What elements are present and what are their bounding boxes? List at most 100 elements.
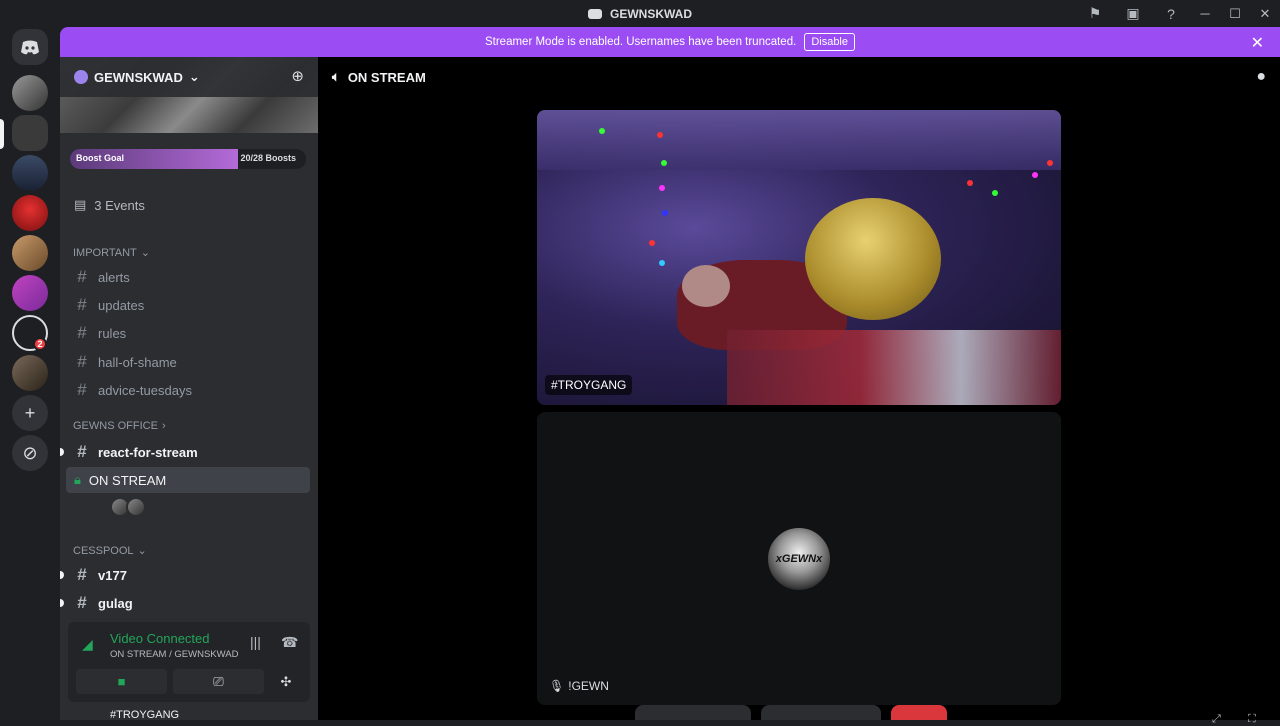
discord-logo-icon <box>21 40 39 54</box>
call-controls <box>635 705 947 720</box>
chevron-down-icon: ⌄ <box>137 545 147 557</box>
activities-button[interactable]: ✣ <box>270 669 302 694</box>
hashtag-icon: # <box>77 352 87 371</box>
server-icon-gewnskwad[interactable] <box>12 115 48 151</box>
channel-updates[interactable]: # updates <box>74 292 310 318</box>
mention-badge: 2 <box>33 337 47 351</box>
category-label: CESSPOOL <box>73 544 134 557</box>
channel-rules[interactable]: # rules <box>74 320 310 346</box>
boost-goal-bar[interactable]: Boost Goal 20/28 Boosts <box>70 149 306 169</box>
flag-icon[interactable]: ⚑ <box>1076 0 1114 27</box>
help-icon[interactable]: ? <box>1152 0 1190 27</box>
category-important[interactable]: IMPORTANT ⌄ <box>73 246 150 260</box>
server-icon-car[interactable] <box>12 75 48 111</box>
channel-label: react-for-stream <box>98 444 198 460</box>
stream-balloon <box>805 198 941 320</box>
camera-icon: ■ <box>117 674 126 689</box>
add-server-icon[interactable]: + <box>12 395 48 431</box>
speaker-icon: 🔈︎ <box>332 69 340 84</box>
stream-label: #TROYGANG <box>545 375 633 395</box>
chevron-down-icon: ⌄ <box>140 247 150 259</box>
category-label: IMPORTANT <box>73 246 137 259</box>
window-title: GEWNSKWAD <box>588 7 692 21</box>
hashtag-icon: # <box>77 295 87 314</box>
events-label: 3 Events <box>94 197 145 213</box>
voice-location[interactable]: ON STREAM / GEWNSKWAD <box>110 649 238 660</box>
leave-call-button[interactable] <box>891 705 947 720</box>
server-list: 2 + ⊘ <box>0 27 60 720</box>
server-logo-icon <box>588 8 602 19</box>
calendar-icon: ▤ <box>74 197 87 212</box>
channel-gulag[interactable]: # gulag <box>74 590 310 616</box>
inbox-icon[interactable]: ▣ <box>1114 0 1152 27</box>
home-button[interactable] <box>12 29 48 65</box>
hashtag-icon: # <box>77 593 87 612</box>
hashtag-icon: # <box>77 323 87 342</box>
channel-label: hall-of-shame <box>98 354 177 370</box>
server-icon-mushroom[interactable] <box>12 195 48 231</box>
channel-alerts[interactable]: # alerts <box>74 264 310 290</box>
channel-label: alerts <box>98 269 130 285</box>
signal-icon[interactable]: ◢ <box>82 636 93 653</box>
chevron-down-icon: ⌄ <box>188 69 200 84</box>
stream-bed <box>727 330 1061 405</box>
channel-v177[interactable]: # v177 <box>74 562 310 588</box>
events-link[interactable]: ▤ 3 Events <box>74 197 145 213</box>
server-name-dropdown[interactable]: GEWNSKWAD ⌄ <box>74 69 200 85</box>
user-panel[interactable]: #TROYGANG <box>60 709 318 720</box>
boost-count: 20/28 Boosts <box>240 153 296 163</box>
chevron-right-icon: › <box>161 420 166 432</box>
boost-goal-label: Boost Goal <box>76 153 125 163</box>
close-window-button[interactable]: ✕ <box>1250 0 1280 27</box>
hashtag-icon: # <box>77 267 87 286</box>
camera-button[interactable]: ■ <box>76 669 167 694</box>
voice-status[interactable]: Video Connected <box>110 631 210 646</box>
hashtag-icon: # <box>77 565 87 584</box>
activities-icon: ✣ <box>280 673 292 689</box>
video-control[interactable] <box>761 705 881 720</box>
stream-video-tile[interactable]: #TROYGANG <box>537 110 1061 405</box>
hashtag-icon: # <box>77 380 87 399</box>
server-name: GEWNSKWAD <box>94 69 183 85</box>
channel-label: updates <box>98 297 145 313</box>
server-icon-cat[interactable] <box>12 235 48 271</box>
hashtag-icon: # <box>77 442 87 461</box>
server-icon-andii[interactable] <box>12 275 48 311</box>
server-icon-blue[interactable] <box>12 155 48 191</box>
server-icon-truck[interactable] <box>12 355 48 391</box>
avatar: xGEWNx <box>766 526 832 592</box>
explore-servers-icon[interactable]: ⊘ <box>12 435 48 471</box>
mic-control[interactable] <box>635 705 751 720</box>
username: #TROYGANG <box>110 709 180 720</box>
unread-indicator <box>60 448 64 456</box>
selected-server-pill <box>0 119 4 149</box>
voice-channel-on-stream[interactable]: 🔒︎ ON STREAM <box>66 467 310 493</box>
invite-people-icon[interactable]: ⊕ <box>291 67 304 85</box>
minimize-button[interactable]: ─ <box>1190 0 1220 27</box>
avatar-text: xGEWNx <box>775 553 823 565</box>
channel-label: v177 <box>98 567 127 583</box>
channel-label: rules <box>98 325 127 341</box>
screen-share-button[interactable]: ⎚ <box>173 669 264 694</box>
voice-connection-panel: ◢ Video Connected ON STREAM / GEWNSKWAD … <box>68 622 310 702</box>
maximize-button[interactable]: ☐ <box>1220 0 1250 27</box>
channel-sidebar: GEWNSKWAD ⌄ ⊕ Boost Goal 20/28 Boosts ▤ … <box>60 57 318 720</box>
noise-suppression-icon[interactable]: ||| <box>250 634 261 650</box>
muted-mic-icon: 🎙︎ <box>549 679 565 693</box>
channel-hall-of-shame[interactable]: # hall-of-shame <box>74 349 310 375</box>
voice-participants <box>110 497 146 517</box>
category-cesspool[interactable]: CESSPOOL ⌄ <box>73 544 147 558</box>
category-gewns-office[interactable]: GEWNS OFFICE › <box>73 420 166 432</box>
avatar[interactable] <box>126 497 146 517</box>
close-icon[interactable]: ✕ <box>1251 33 1264 53</box>
disconnect-icon[interactable]: ☎ <box>281 634 298 651</box>
user-video-tile[interactable]: xGEWNx 🎙︎ !GEWN <box>537 412 1061 705</box>
channel-advice-tuesdays[interactable]: # advice-tuesdays <box>74 377 310 403</box>
channel-header: 🔈︎ ON STREAM ● <box>318 57 1280 97</box>
stream-head <box>682 265 730 307</box>
channel-react-for-stream[interactable]: # react-for-stream <box>74 439 310 465</box>
chat-icon[interactable]: ● <box>1256 68 1266 86</box>
unread-indicator <box>60 571 64 579</box>
disable-streamer-mode-button[interactable]: Disable <box>804 33 855 51</box>
streamer-mode-text: Streamer Mode is enabled. Usernames have… <box>484 36 797 48</box>
